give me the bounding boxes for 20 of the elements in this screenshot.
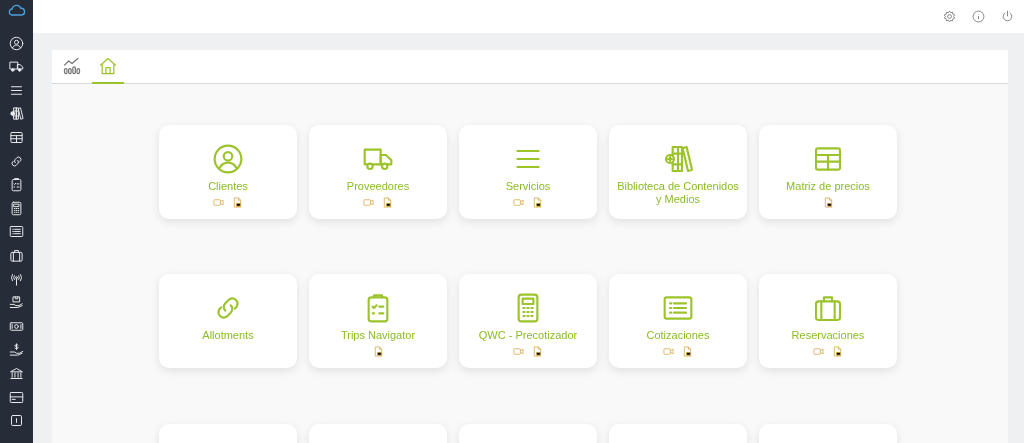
card-title: Reservaciones [790,329,866,343]
card-title: QWC - Precotizador [477,329,579,343]
module-card[interactable]: QWC - Precotizador [459,274,597,369]
module-card[interactable]: Clientes [159,125,297,219]
module-card[interactable]: Servicios [459,125,597,219]
card-title: Biblioteca de Contenidos y Medios [616,180,740,206]
module-card[interactable]: Biblioteca de Contenidos y Medios [609,125,747,219]
module-card[interactable]: Matriz de precios [759,125,897,219]
card-title: Cotizaciones [645,329,711,343]
card-title: Allotments [201,329,255,343]
module-card[interactable]: Allotments [159,274,297,369]
card-title: Matriz de precios [785,180,871,193]
card-title: Proveedores [345,180,411,193]
module-card[interactable]: Reservaciones [759,274,897,369]
card-title: Trips Navigator [339,329,417,343]
module-card[interactable]: Proveedores [309,125,447,219]
module-card[interactable]: Trips Navigator [309,274,447,369]
module-card[interactable]: Cotizaciones [609,274,747,369]
card-title: Clientes [207,180,249,193]
card-title: Servicios [504,180,552,193]
